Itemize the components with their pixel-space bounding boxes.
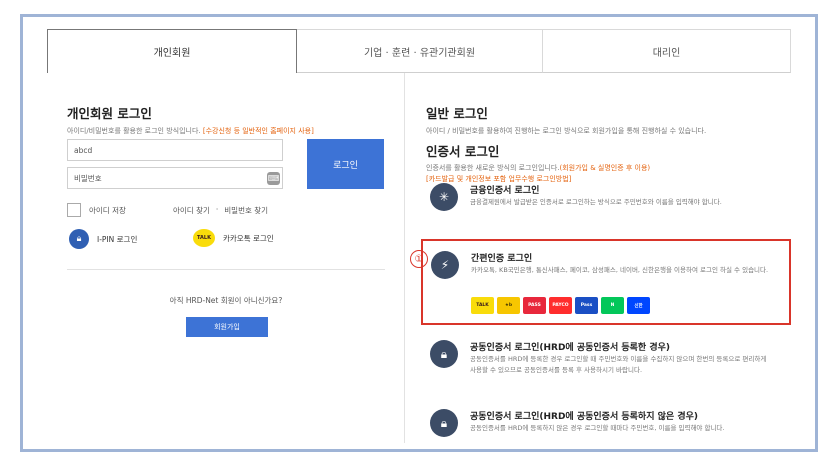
lock-icon: 🔒︎ xyxy=(69,229,89,249)
left-divider xyxy=(67,269,385,270)
find-password-link[interactable]: 비밀번호 찾기 xyxy=(224,205,268,216)
cert-login-subtitle: 인증서를 활용한 새로운 방식의 로그인입니다.(회원가입 & 실명인증 후 이… xyxy=(426,163,650,173)
asterisk-icon: ✳ xyxy=(430,183,458,211)
tab-corporate[interactable]: 기업 · 훈련 · 유관기관회원 xyxy=(297,29,543,73)
individual-login-header: 개인회원 로그인 아이디/비밀번호를 활용한 로그인 방식입니다. [수강신청 … xyxy=(67,103,385,136)
subtitle-text: 아이디/비밀번호를 활용한 로그인 방식입니다. xyxy=(67,127,201,135)
find-id-link[interactable]: 아이디 찾기 xyxy=(173,205,210,216)
joint-cert-registered-login[interactable]: 🔒︎ 공동인증서 로그인(HRD에 공동인증서 등록한 경우) 공동인증서를 H… xyxy=(426,340,776,396)
financial-cert-desc: 금융결제원에서 발급받은 인증서로 로그인하는 방식으로 주민번호와 이름을 입… xyxy=(470,198,722,206)
provider-shinhan-icon[interactable]: 신한 xyxy=(627,297,650,314)
column-divider xyxy=(404,73,405,443)
individual-login-subtitle: 아이디/비밀번호를 활용한 로그인 방식입니다. [수강신청 등 일반적인 홈페… xyxy=(67,126,385,136)
simple-auth-title: 간편인증 로그인 xyxy=(471,254,533,264)
save-id-label: 아이디 저장 xyxy=(89,205,126,215)
padlock-icon: 🔒︎ xyxy=(430,340,458,368)
password-placeholder: 비밀번호 xyxy=(74,173,102,183)
subtitle-warning: [수강신청 등 일반적인 홈페이지 사용] xyxy=(202,127,314,135)
financial-cert-title: 금융인증서 로그인 xyxy=(470,186,540,196)
financial-cert-login[interactable]: ✳ 금융인증서 로그인 금융결제원에서 발급받은 인증서로 로그인하는 방식으로… xyxy=(426,183,776,233)
provider-samsung-pass-icon[interactable]: Pass xyxy=(575,297,598,314)
provider-kb-icon[interactable]: ★b xyxy=(497,297,520,314)
save-id-checkbox[interactable] xyxy=(67,203,81,217)
cert-subtitle-text: 인증서를 활용한 새로운 방식의 로그인입니다. xyxy=(426,164,560,172)
tab-individual[interactable]: 개인회원 xyxy=(47,29,297,73)
general-login-title: 일반 로그인 xyxy=(426,106,488,121)
cert-login-header: 인증서 로그인 인증서를 활용한 새로운 방식의 로그인입니다.(회원가입 & … xyxy=(426,141,650,184)
cert-subtitle-warning: (회원가입 & 실명인증 후 이용) xyxy=(559,164,651,172)
provider-payco-icon[interactable]: PAYCO xyxy=(549,297,572,314)
keypad-icon[interactable]: ⌨ xyxy=(267,172,280,185)
find-separator: · xyxy=(215,205,219,214)
member-type-tabs: 개인회원 기업 · 훈련 · 유관기관회원 대리인 xyxy=(47,29,791,73)
save-id-row: 아이디 저장 xyxy=(67,203,126,217)
padlock-icon: 🔒︎ xyxy=(430,409,458,437)
login-button[interactable]: 로그인 xyxy=(307,139,384,189)
kakao-login-label: 카카오톡 로그인 xyxy=(223,233,274,243)
kakao-talk-icon: TALK xyxy=(193,229,215,247)
id-input[interactable]: abcd xyxy=(67,139,283,161)
not-member-text: 아직 HRD-Net 회원이 아니신가요? xyxy=(169,296,283,305)
joint-cert-unregistered-login[interactable]: 🔒︎ 공동인증서 로그인(HRD에 공동인증서 등록하지 않은 경우) 공동인증… xyxy=(426,409,776,459)
provider-kakao-icon[interactable]: TALK xyxy=(471,297,494,314)
ipin-login-label: I-PIN 로그인 xyxy=(97,234,138,244)
joint-cert-unregistered-desc: 공동인증서를 HRD에 등록하지 않은 경우 로그인할 때마다 주민번호, 이름… xyxy=(470,424,725,432)
provider-pass-icon[interactable]: PASS xyxy=(523,297,546,314)
join-button[interactable]: 회원가입 xyxy=(186,317,268,337)
simple-auth-login[interactable]: ⚡︎ 간편인증 로그인 카카오톡, KB국민은행, 통신사패스, 페이코, 삼성… xyxy=(421,239,791,325)
general-login-header: 일반 로그인 아이디 / 비밀번호를 활용하여 진행하는 로그인 방식으로 회원… xyxy=(426,103,706,136)
tab-agent[interactable]: 대리인 xyxy=(543,29,791,73)
individual-login-title: 개인회원 로그인 xyxy=(67,106,152,121)
cert-login-title: 인증서 로그인 xyxy=(426,144,500,159)
general-login-subtitle: 아이디 / 비밀번호를 활용하여 진행하는 로그인 방식으로 회원가입을 통해 … xyxy=(426,127,707,135)
simple-auth-desc: 카카오톡, KB국민은행, 통신사패스, 페이코, 삼성패스, 네이버, 신한은… xyxy=(471,266,769,274)
provider-naver-icon[interactable]: N xyxy=(601,297,624,314)
password-input[interactable]: 비밀번호 ⌨ xyxy=(67,167,283,189)
joint-cert-unregistered-title: 공동인증서 로그인(HRD에 공동인증서 등록하지 않은 경우) xyxy=(470,412,698,422)
login-panel: 개인회원 기업 · 훈련 · 유관기관회원 대리인 개인회원 로그인 아이디/비… xyxy=(20,14,818,452)
ipin-login[interactable]: 🔒︎ I-PIN 로그인 xyxy=(69,229,137,249)
joint-cert-registered-title: 공동인증서 로그인(HRD에 공동인증서 등록한 경우) xyxy=(470,343,671,353)
lightning-icon: ⚡︎ xyxy=(431,251,459,279)
kakao-login[interactable]: TALK 카카오톡 로그인 xyxy=(193,229,274,247)
find-links: 아이디 찾기 · 비밀번호 찾기 xyxy=(173,205,268,216)
auth-provider-list: TALK ★b PASS PAYCO Pass N 신한 xyxy=(471,297,650,314)
joint-cert-registered-desc: 공동인증서를 HRD에 등록한 경우 로그인할 때 주민번호와 이름을 수집하지… xyxy=(470,355,767,374)
